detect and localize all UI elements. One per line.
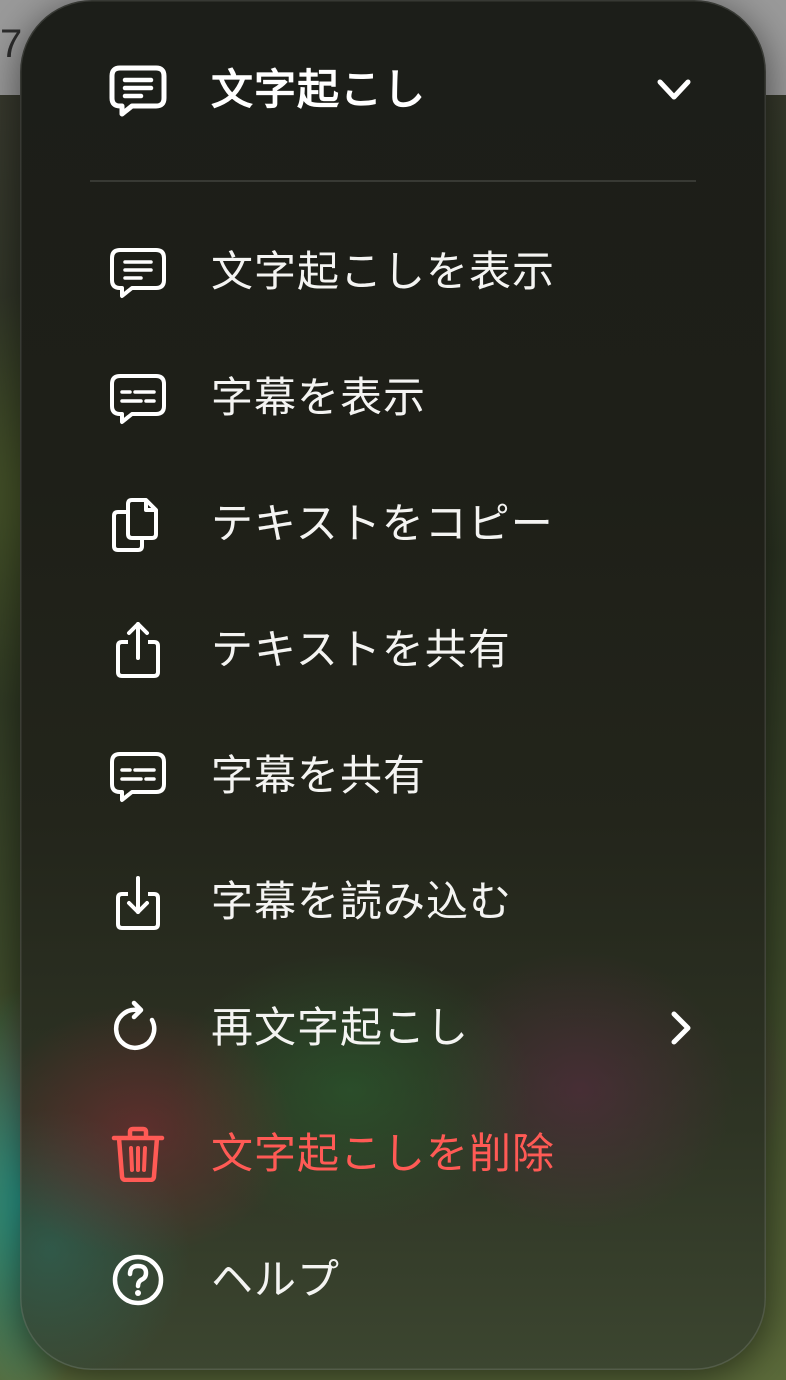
question-circle-icon — [108, 1252, 168, 1308]
chevron-right-icon — [662, 1008, 698, 1048]
chevron-down-icon[interactable] — [654, 72, 694, 108]
menu-item-delete-transcript[interactable]: 文字起こしを削除 — [80, 1104, 720, 1204]
import-tray-icon — [108, 874, 168, 930]
copy-documents-icon — [108, 496, 168, 552]
menu-item-label: テキストを共有 — [211, 625, 511, 674]
menu-item-label: テキストをコピー — [211, 499, 554, 548]
subtitles-bubble-icon — [108, 370, 168, 426]
menu-item-retranscribe[interactable]: 再文字起こし — [80, 978, 720, 1078]
menu-item-help[interactable]: ヘルプ — [80, 1230, 720, 1330]
menu-divider — [90, 180, 696, 182]
menu-item-label: 文字起こしを表示 — [211, 247, 556, 296]
menu-title: 文字起こし — [211, 65, 427, 114]
transcription-context-menu: 文字起こし 文字起こしを表示 字幕を表示 テキストをコピー テキストを共有 字幕… — [20, 0, 766, 1370]
redo-circular-arrow-icon — [108, 1000, 168, 1056]
share-icon — [108, 622, 168, 678]
menu-item-show-transcript[interactable]: 文字起こしを表示 — [80, 222, 720, 322]
menu-item-label: 字幕を共有 — [211, 751, 427, 800]
menu-item-label: 字幕を表示 — [211, 373, 427, 422]
menu-item-show-subtitles[interactable]: 字幕を表示 — [80, 348, 720, 448]
menu-item-label: ヘルプ — [211, 1255, 341, 1304]
menu-item-import-subtitles[interactable]: 字幕を読み込む — [80, 852, 720, 952]
menu-item-label: 再文字起こし — [211, 1003, 470, 1052]
trash-icon — [108, 1126, 168, 1182]
corner-digit-text: 7 — [0, 22, 23, 66]
menu-item-label: 字幕を読み込む — [211, 877, 513, 926]
menu-item-label: 文字起こしを削除 — [211, 1129, 556, 1178]
transcript-bubble-icon — [108, 62, 168, 118]
menu-header[interactable]: 文字起こし — [20, 0, 766, 180]
subtitles-bubble-icon — [108, 748, 168, 804]
transcript-bubble-icon — [108, 244, 168, 300]
menu-item-share-text[interactable]: テキストを共有 — [80, 600, 720, 700]
menu-item-share-subtitles[interactable]: 字幕を共有 — [80, 726, 720, 826]
menu-item-copy-text[interactable]: テキストをコピー — [80, 474, 720, 574]
